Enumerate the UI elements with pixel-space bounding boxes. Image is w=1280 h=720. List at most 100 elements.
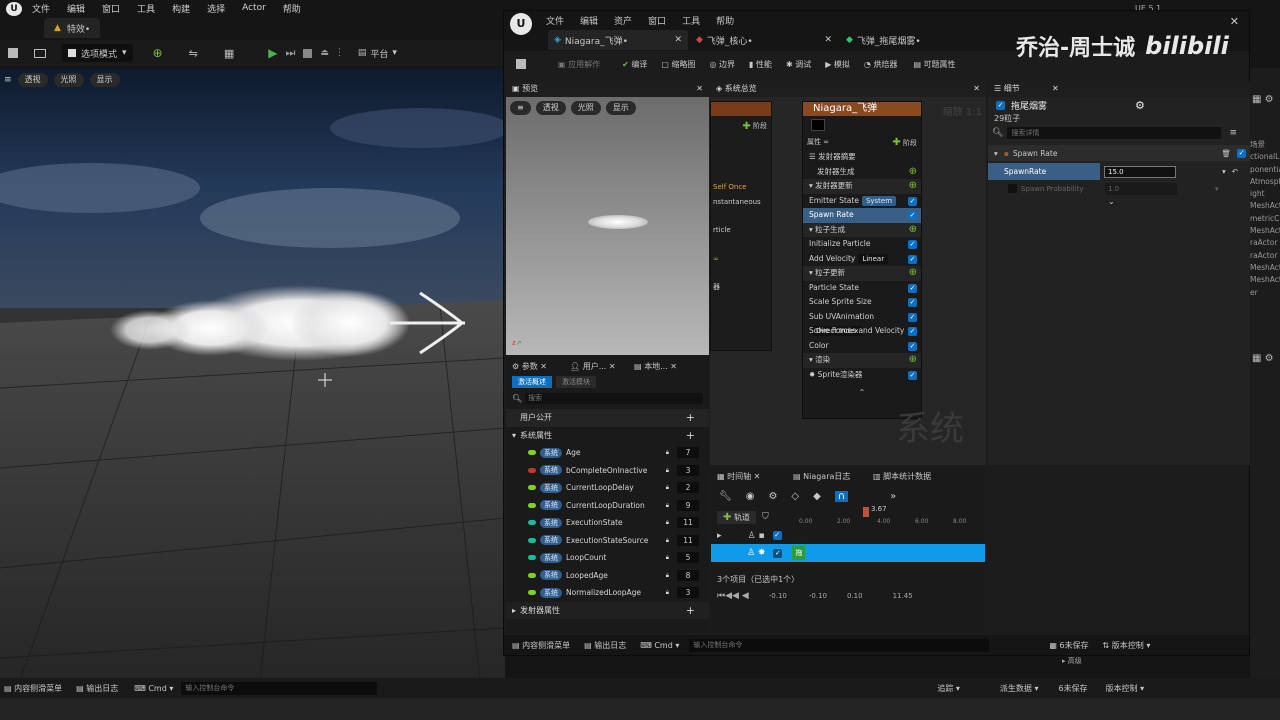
close-icon[interactable]: ✕ <box>1230 15 1239 28</box>
spawn-probability-input[interactable] <box>1105 182 1177 195</box>
menu-window[interactable]: 窗口 <box>648 14 666 27</box>
param-row[interactable]: 系统 LoopCount 🔒︎ 5 <box>506 549 709 567</box>
save-icon[interactable] <box>8 48 18 58</box>
menu-tools[interactable]: 工具 <box>137 2 155 15</box>
param-row[interactable]: 系统 Age 🔒︎ 7 <box>506 444 709 462</box>
collapse-icon[interactable]: ⌃ <box>803 388 921 397</box>
bounds-button[interactable]: ◎ 边界 <box>709 59 735 70</box>
tab-parameters[interactable]: ⚙ 参数 ✕ <box>506 361 570 372</box>
cmd-dropdown[interactable]: ⌨ Cmd ▾ <box>640 641 679 650</box>
add-module-icon[interactable]: ⊕ <box>909 266 917 281</box>
parameters-button[interactable]: ▤ 可题属性 <box>913 59 955 70</box>
filter-icon[interactable]: ⛉ <box>762 512 769 522</box>
module-enable-checkbox[interactable]: ✓ <box>908 254 917 264</box>
menu-help[interactable]: 帮助 <box>716 14 734 27</box>
unsaved-button[interactable]: ▦ 6未保存 <box>1049 640 1088 651</box>
performance-button[interactable]: ▮ 性能 <box>749 59 772 70</box>
spawn-probability-checkbox[interactable] <box>1008 184 1017 193</box>
add-module-icon[interactable]: ⊕ <box>909 353 917 368</box>
param-row[interactable]: 系统 bCompleteOnInactive 🔒︎ 3 <box>506 462 709 480</box>
apply-button[interactable]: ▣ 应用解作 <box>558 59 600 70</box>
perspective-button[interactable]: 透视 <box>17 73 48 87</box>
outliner-item[interactable]: er <box>1250 287 1280 299</box>
module-enable-checkbox[interactable]: ✓ <box>1237 148 1246 158</box>
menu-tools[interactable]: 工具 <box>682 14 700 27</box>
param-row[interactable]: 系统 NormalizedLoopAge 🔒︎ 3 <box>506 584 709 602</box>
system-props-category[interactable]: ▾ 系统属性 + <box>506 427 709 445</box>
trace-button[interactable]: 追踪 ▾ <box>937 683 960 694</box>
gear-icon[interactable]: ⚙ <box>768 491 777 502</box>
add-param-icon[interactable]: + <box>686 409 695 427</box>
outliner-item[interactable]: MeshAct <box>1250 274 1280 286</box>
params-search-input[interactable] <box>525 392 704 404</box>
menu-build[interactable]: 构建 <box>172 2 190 15</box>
filter-icon[interactable]: ≡ <box>1229 128 1237 138</box>
tab-local[interactable]: ▤ 本地... ✕ <box>634 361 677 372</box>
emitter-props-category[interactable]: ▸ 发射器属性 + <box>506 601 709 620</box>
module-enable-checkbox[interactable]: ✓ <box>908 327 917 336</box>
view-end[interactable]: 0.10 <box>847 592 863 600</box>
tab-user[interactable]: 👤︎ 用户... ✕ <box>570 361 634 372</box>
menu-edit[interactable]: 编辑 <box>580 14 598 27</box>
outliner-item[interactable]: ponentialHe <box>1250 164 1280 176</box>
close-icon[interactable]: ✕ <box>824 35 832 45</box>
save-icon[interactable] <box>516 59 526 69</box>
simulate-button[interactable]: ▶ 模拟 <box>825 59 850 70</box>
param-row[interactable]: 系统 ExecutionStateSource 🔒︎ 11 <box>506 532 709 550</box>
tab-script-stats[interactable]: ▥ 脚本统计数据 <box>873 471 931 482</box>
mode-dropdown[interactable]: 选项模式 ▾ <box>62 44 133 62</box>
derived-data-button[interactable]: 派生数据 ▾ <box>1000 683 1039 694</box>
spawnrate-input[interactable] <box>1104 165 1176 178</box>
chevron-down-icon[interactable]: ▾ <box>1215 185 1219 193</box>
param-row[interactable]: 系统 CurrentLoopDuration 🔒︎ 9 <box>506 497 709 515</box>
add-module-icon[interactable]: ⊕ <box>909 165 917 180</box>
module-enable-checkbox[interactable]: ✓ <box>908 196 917 206</box>
subtab-active-modules[interactable]: 激活模块 <box>556 376 596 388</box>
stack-item[interactable]: Color ✓ <box>803 339 921 354</box>
track-checkbox[interactable]: ✓ <box>772 531 782 540</box>
outliner-item[interactable]: MeshAct <box>1250 262 1280 274</box>
step-icon[interactable]: ⏭ <box>285 46 295 60</box>
track-section[interactable]: 拖 <box>792 546 806 560</box>
properties-button[interactable]: 属性 ∞ <box>807 137 829 147</box>
source-control-button[interactable]: 版本控制 ▾ <box>1106 683 1145 694</box>
console-input[interactable] <box>181 681 378 695</box>
add-module-icon[interactable]: ⊕ <box>909 179 917 194</box>
wrench-icon[interactable]: 🔧︎ <box>719 491 732 502</box>
playhead[interactable] <box>863 507 869 517</box>
add-param-icon[interactable]: + <box>686 427 695 445</box>
param-row[interactable]: 系统 LoopedAge 🔒︎ 8 <box>506 567 709 585</box>
module-enable-checkbox[interactable]: ✓ <box>908 211 917 220</box>
stack-row-fragment[interactable]: ∞ <box>713 252 771 267</box>
expand-icon[interactable]: ⌄ <box>1108 197 1250 206</box>
close-icon[interactable]: ✕ <box>674 35 682 45</box>
close-icon[interactable]: ✕ <box>973 81 980 97</box>
cinematics-icon[interactable]: ▦ <box>224 47 234 60</box>
ue-logo-icon[interactable]: U <box>510 13 532 35</box>
module-enable-checkbox[interactable]: ✓ <box>908 283 917 293</box>
menu-actor[interactable]: Actor <box>242 3 266 13</box>
tab-missile-core[interactable]: ◆ 飞弹_核心• ✕ <box>688 30 838 50</box>
blueprint-icon[interactable]: ⇋ <box>189 47 198 60</box>
eject-icon[interactable]: ⏏ <box>320 48 329 58</box>
chevron-down-icon[interactable]: ▾ <box>1222 167 1226 176</box>
source-control-button[interactable]: ⇅ 版本控制 ▾ <box>1103 640 1151 651</box>
unsaved-button[interactable]: 6未保存 <box>1058 683 1087 694</box>
menu-select[interactable]: 选择 <box>207 2 225 15</box>
thumbnail-button[interactable]: ▢ 缩略图 <box>661 59 695 70</box>
outliner-item[interactable]: ctionalLig <box>1250 151 1280 163</box>
outliner-item[interactable]: raActor <box>1250 237 1280 249</box>
show-button[interactable]: 显示 <box>605 101 636 115</box>
menu-help[interactable]: 帮助 <box>283 2 301 15</box>
stack-section[interactable]: ▾ 粒子生成 ⊕ <box>803 222 921 237</box>
menu-file[interactable]: 文件 <box>546 14 564 27</box>
add-param-icon[interactable]: + <box>686 602 695 620</box>
module-enable-checkbox[interactable]: ✓ <box>908 240 917 249</box>
play-icon[interactable]: ▶ <box>268 46 277 60</box>
add-track-button[interactable]: ✚ 轨道 <box>717 510 756 524</box>
range-end[interactable]: 11.45 <box>893 592 913 600</box>
outliner-item[interactable]: 场景 <box>1250 139 1280 151</box>
stack-row-fragment[interactable]: Self Once <box>713 180 771 195</box>
left-emitter-card[interactable]: ✚ 阶段 Self Once nstantaneous rticle ∞ 器 <box>710 101 772 351</box>
stack-section[interactable]: ▾ 粒子更新 ⊕ <box>803 266 921 281</box>
